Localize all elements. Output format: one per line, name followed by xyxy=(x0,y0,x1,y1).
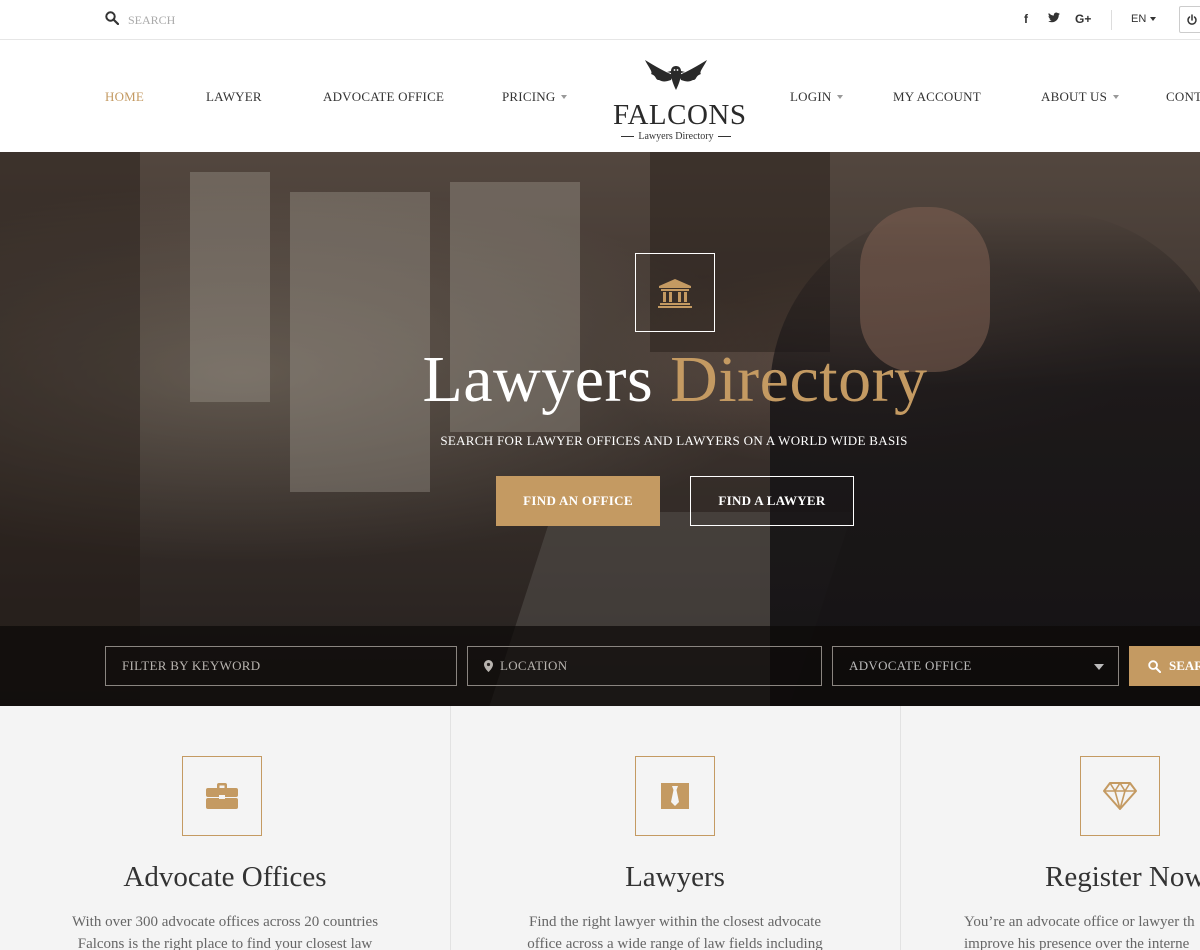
logo-name: FALCONS xyxy=(613,99,747,131)
feature-advocate-offices: Advocate Offices With over 300 advocate … xyxy=(0,706,450,950)
language-label: EN xyxy=(1131,13,1147,25)
chevron-down-icon xyxy=(1113,95,1120,99)
search-button[interactable]: SEAR xyxy=(1129,646,1200,686)
twitter-icon[interactable]: t xyxy=(1048,12,1060,23)
power-button[interactable] xyxy=(1179,6,1200,33)
feature-description: You’re an advocate office or lawyer th im… xyxy=(964,914,1195,950)
google-plus-icon[interactable]: G+ xyxy=(1075,12,1091,26)
feature-description: Find the right lawyer within the closest… xyxy=(527,914,823,950)
find-lawyer-button[interactable]: FIND A LAWYER xyxy=(690,476,854,526)
location-input[interactable] xyxy=(500,658,821,674)
hero: Lawyers Directory SEARCH FOR LAWYER OFFI… xyxy=(0,152,1200,706)
feature-title: Lawyers xyxy=(625,861,725,893)
courthouse-icon xyxy=(635,253,715,332)
features-section: Advocate Offices With over 300 advocate … xyxy=(0,706,1200,950)
logo[interactable]: FALCONS Lawyers Directory xyxy=(613,58,747,142)
chevron-down-icon xyxy=(837,95,844,99)
keyword-input[interactable] xyxy=(122,658,456,674)
location-field[interactable] xyxy=(467,646,822,686)
diamond-icon xyxy=(1080,756,1160,836)
nav-item-login[interactable]: LOGIN xyxy=(790,89,844,105)
falcon-logo-icon xyxy=(645,60,707,90)
hero-title: Lawyers Directory xyxy=(422,343,928,416)
nav-item-lawyer[interactable]: LAWYER xyxy=(206,89,262,105)
nav-item-contact[interactable]: CONT xyxy=(1166,89,1200,105)
chevron-down-icon xyxy=(1094,664,1104,670)
divider xyxy=(1111,10,1112,30)
language-selector[interactable]: EN xyxy=(1131,13,1157,25)
power-icon xyxy=(1187,13,1197,25)
feature-title: Register Now xyxy=(1045,861,1200,893)
top-search-input[interactable] xyxy=(128,13,328,28)
feature-register: Register Now You’re an advocate office o… xyxy=(900,706,1200,950)
location-pin-icon xyxy=(484,660,493,672)
chevron-down-icon xyxy=(1150,17,1157,21)
find-office-button[interactable]: FIND AN OFFICE xyxy=(496,476,660,526)
nav-item-advocate-office[interactable]: ADVOCATE OFFICE xyxy=(323,89,444,105)
search-icon[interactable] xyxy=(105,11,120,30)
feature-title: Advocate Offices xyxy=(123,861,327,893)
top-bar: f t G+ EN xyxy=(0,0,1200,40)
filter-bar: ADVOCATE OFFICE SEAR xyxy=(0,626,1200,706)
top-search[interactable] xyxy=(105,11,328,30)
chevron-down-icon xyxy=(561,95,568,99)
hero-subtitle: SEARCH FOR LAWYER OFFICES AND LAWYERS ON… xyxy=(440,433,908,448)
keyword-field[interactable] xyxy=(105,646,457,686)
logo-tagline: Lawyers Directory xyxy=(613,131,739,142)
facebook-icon[interactable]: f xyxy=(1024,12,1028,26)
search-icon xyxy=(1148,659,1161,673)
briefcase-icon xyxy=(182,756,262,836)
nav-item-my-account[interactable]: MY ACCOUNT xyxy=(893,89,981,105)
feature-description: With over 300 advocate offices across 20… xyxy=(71,914,379,950)
category-select[interactable]: ADVOCATE OFFICE xyxy=(832,646,1119,686)
nav-item-pricing[interactable]: PRICING xyxy=(502,89,568,105)
tie-icon xyxy=(635,756,715,836)
category-selected: ADVOCATE OFFICE xyxy=(849,658,972,673)
nav-item-home[interactable]: HOME xyxy=(105,89,144,105)
search-button-label: SEAR xyxy=(1169,658,1200,673)
nav-item-about-us[interactable]: ABOUT US xyxy=(1041,89,1120,105)
feature-lawyers: Lawyers Find the right lawyer within the… xyxy=(450,706,900,950)
main-nav: HOME LAWYER ADVOCATE OFFICE PRICING FALC… xyxy=(0,40,1200,152)
